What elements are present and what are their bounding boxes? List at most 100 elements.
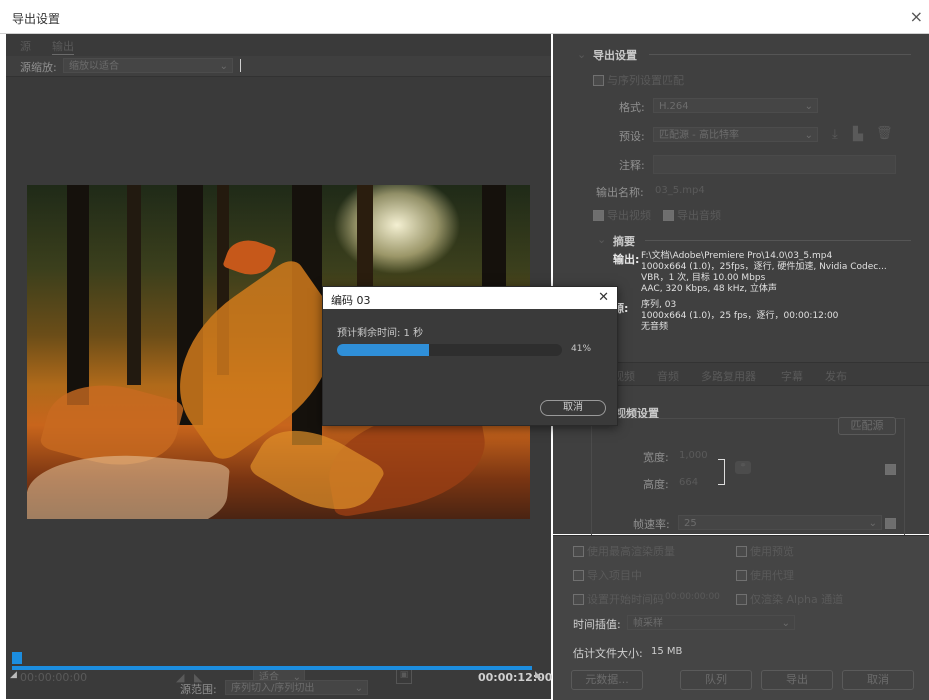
chevron-down-icon: ⌄ xyxy=(868,518,877,529)
cancel-button[interactable]: 取消 xyxy=(842,670,914,690)
export-button[interactable]: 导出 xyxy=(761,670,833,690)
output-name-link[interactable]: 03_5.mp4 xyxy=(655,185,705,196)
summary-source-text: 序列, 03 1000x664 (1.0)，25 fps，逐行，00:00:12… xyxy=(641,300,838,333)
estimated-size-label: 估计文件大小: xyxy=(573,647,643,660)
preset-label: 预设: xyxy=(619,130,645,143)
export-video-label: 导出视频 xyxy=(607,209,651,222)
delete-preset-icon[interactable]: 🗑 xyxy=(876,126,893,141)
match-sequence-checkbox[interactable] xyxy=(593,75,604,86)
summary-output-line: AAC, 320 Kbps, 48 kHz, 立体声 xyxy=(641,284,777,294)
out-point-handle[interactable]: ◣ xyxy=(535,670,542,680)
render-alpha-checkbox[interactable] xyxy=(736,594,747,605)
export-settings-panel: ⌄ 导出设置 与序列设置匹配 格式: H.264 ⌄ 预设: 匹配源 - 高比特… xyxy=(553,34,929,536)
max-render-quality-label: 使用最高渲染质量 xyxy=(587,545,675,558)
summary-output-line: 1000x664 (1.0)，25fps，逐行, 硬件加速, Nvidia Co… xyxy=(641,262,887,272)
set-start-timecode-checkbox[interactable] xyxy=(573,594,584,605)
summary-source-line: 序列, 03 xyxy=(641,300,677,310)
summary-output-label: 输出: xyxy=(613,253,640,266)
close-icon[interactable]: ✕ xyxy=(598,290,609,305)
window-titlebar: 导出设置 × xyxy=(0,0,929,34)
frame-rate-select[interactable]: 25 ⌄ xyxy=(678,515,882,530)
format-value: H.264 xyxy=(659,101,689,112)
dialog-cancel-button[interactable]: 取消 xyxy=(540,400,606,416)
export-settings-title: 导出设置 xyxy=(593,49,637,62)
section-divider xyxy=(645,240,911,241)
tab-publish[interactable]: 发布 xyxy=(825,368,847,384)
dialog-title: 编码 03 xyxy=(331,294,371,307)
progress-percent: 41% xyxy=(571,344,592,354)
source-scale-bar: 源缩放: 缩放以适合 ⌄ xyxy=(6,56,551,77)
preset-select[interactable]: 匹配源 - 高比特率 ⌄ xyxy=(653,127,818,142)
summary-source-line: 无音频 xyxy=(641,322,669,332)
summary-source-line: 1000x664 (1.0)，25 fps，逐行，00:00:12:00 xyxy=(641,311,839,321)
queue-button[interactable]: 队列 xyxy=(680,670,752,690)
match-sequence-label: 与序列设置匹配 xyxy=(607,74,684,87)
in-point-handle[interactable]: ◢ xyxy=(10,670,17,680)
frame-rate-checkbox[interactable] xyxy=(885,518,896,529)
width-value[interactable]: 1,000 xyxy=(679,450,708,461)
import-preset-icon[interactable]: ▙ xyxy=(853,127,863,142)
source-scale-select[interactable]: 缩放以适合 ⌄ xyxy=(63,58,233,73)
estimated-size-value: 15 MB xyxy=(651,646,683,657)
preset-value: 匹配源 - 高比特率 xyxy=(659,130,739,141)
height-value[interactable]: 664 xyxy=(679,477,698,488)
use-previews-checkbox[interactable] xyxy=(736,546,747,557)
use-proxies-checkbox[interactable] xyxy=(736,570,747,581)
close-icon[interactable]: × xyxy=(910,7,923,26)
tab-audio[interactable]: 音频 xyxy=(657,368,679,384)
use-proxies-label: 使用代理 xyxy=(750,569,794,582)
link-icon[interactable]: ⚭ xyxy=(735,461,751,474)
summary-title: 摘要 xyxy=(613,235,635,248)
collapse-icon[interactable]: ⌄ xyxy=(577,48,586,61)
tab-captions[interactable]: 字幕 xyxy=(781,368,803,384)
chevron-down-icon: ⌄ xyxy=(804,130,813,141)
start-timecode-value[interactable]: 00:00:00:00 xyxy=(665,592,720,602)
export-audio-label: 导出音频 xyxy=(677,209,721,222)
set-start-timecode-label: 设置开始时间码 xyxy=(587,593,664,606)
metadata-button[interactable]: 元数据... xyxy=(571,670,643,690)
frame-rate-value: 25 xyxy=(684,518,697,529)
summary-output-line: VBR，1 次, 目标 10.00 Mbps xyxy=(641,273,766,283)
dialog-titlebar: 编码 03 ✕ xyxy=(323,287,617,309)
playhead-handle[interactable] xyxy=(12,652,22,664)
time-interpolation-label: 时间插值: xyxy=(573,618,621,631)
format-select[interactable]: H.264 ⌄ xyxy=(653,98,818,113)
match-source-button[interactable]: 匹配源 xyxy=(838,417,896,435)
source-range-select[interactable]: 序列切入/序列切出 ⌄ xyxy=(225,680,368,695)
chevron-down-icon: ⌄ xyxy=(354,683,363,694)
work-area-bar[interactable] xyxy=(12,666,532,670)
time-remaining-text: 预计剩余时间: 1 秒 xyxy=(337,328,424,339)
export-audio-checkbox[interactable] xyxy=(663,210,674,221)
output-name-label: 输出名称: xyxy=(596,186,644,199)
use-previews-label: 使用预览 xyxy=(750,545,794,558)
source-scale-label: 源缩放: xyxy=(20,61,57,74)
tab-output[interactable]: 输出 xyxy=(52,38,74,55)
text-cursor xyxy=(240,59,241,72)
encode-dialog: 编码 03 ✕ 预计剩余时间: 1 秒 41% 取消 xyxy=(322,286,618,426)
summary-output-text: F:\文档\Adobe\Premiere Pro\14.0\03_5.mp4 1… xyxy=(641,251,887,295)
width-label: 宽度: xyxy=(643,451,669,464)
import-into-project-label: 导入项目中 xyxy=(587,569,642,582)
collapse-icon[interactable]: ⌄ xyxy=(597,233,606,246)
chevron-down-icon: ⌄ xyxy=(219,61,228,72)
source-range-value: 序列切入/序列切出 xyxy=(231,683,315,694)
progress-fill xyxy=(337,344,430,356)
section-divider xyxy=(649,54,911,55)
export-video-checkbox[interactable] xyxy=(593,210,604,221)
export-options-panel: 使用最高渲染质量 使用预览 导入项目中 使用代理 设置开始时间码 00:00:0… xyxy=(553,535,929,700)
chevron-down-icon: ⌄ xyxy=(804,101,813,112)
source-range-label: 源范围: xyxy=(180,683,217,696)
comments-field[interactable] xyxy=(653,155,896,174)
save-preset-icon[interactable]: ⤓ xyxy=(832,127,838,142)
width-height-checkbox[interactable] xyxy=(885,464,896,475)
import-into-project-checkbox[interactable] xyxy=(573,570,584,581)
format-label: 格式: xyxy=(619,101,645,114)
render-alpha-label: 仅渲染 Alpha 通道 xyxy=(750,593,844,606)
crop-icon[interactable]: ▣ xyxy=(396,669,412,684)
tab-source[interactable]: 源 xyxy=(20,38,31,54)
time-interpolation-select[interactable]: 帧采样 ⌄ xyxy=(627,615,795,630)
comments-label: 注释: xyxy=(619,159,645,172)
tab-multiplexer[interactable]: 多路复用器 xyxy=(701,368,756,384)
max-render-quality-checkbox[interactable] xyxy=(573,546,584,557)
chevron-down-icon: ⌄ xyxy=(781,618,790,629)
